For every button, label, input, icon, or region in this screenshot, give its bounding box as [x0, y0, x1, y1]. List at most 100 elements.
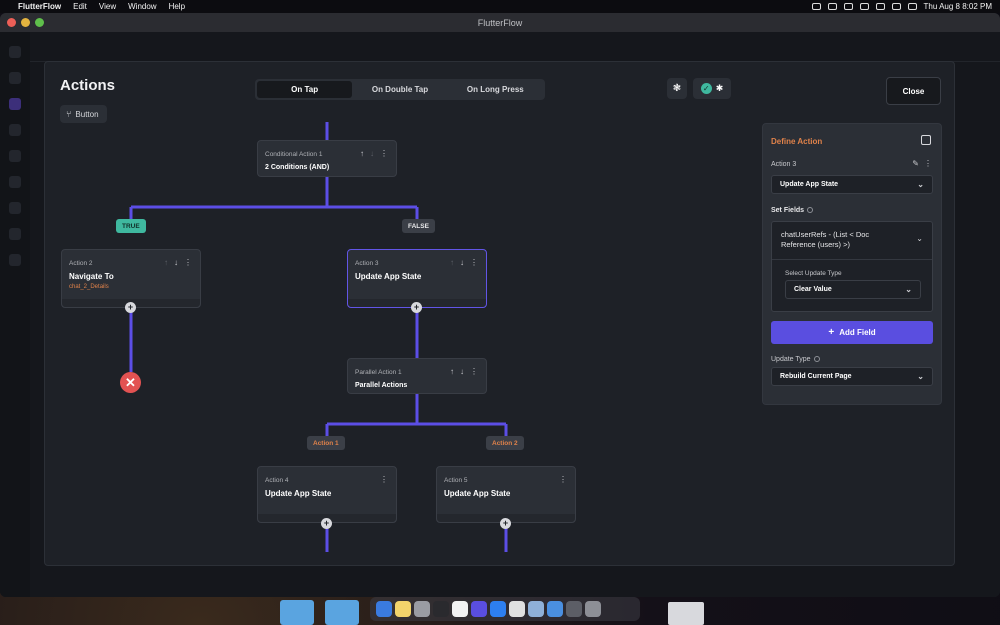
tab-on-double-tap[interactable]: On Double Tap — [352, 81, 447, 98]
actions-modal: Actions ⑂ Button On Tap On Double Tap On… — [44, 61, 955, 566]
more-icon[interactable]: ⋮ — [559, 475, 567, 484]
menu-app-name[interactable]: FlutterFlow — [18, 2, 61, 11]
node-controls: ↑ ↓ ⋮ — [450, 258, 478, 267]
chevron-down-icon[interactable]: ⌄ — [916, 234, 923, 243]
parallel-action-node[interactable]: Parallel Action 1 Parallel Actions ↑ ↓ ⋮ — [347, 358, 487, 394]
field-name[interactable]: chatUserRefs - (List < Doc Reference (us… — [781, 230, 901, 250]
window-title: FlutterFlow — [477, 17, 523, 28]
move-up-icon[interactable]: ↑ — [450, 367, 454, 376]
tab-on-long-press[interactable]: On Long Press — [448, 81, 543, 98]
node-title: Conditional Action 1 — [265, 151, 323, 158]
preview-icon[interactable] — [528, 601, 544, 617]
add-action-button[interactable]: + — [125, 302, 136, 313]
control-center-icon[interactable] — [907, 3, 917, 10]
window-controls — [7, 18, 44, 27]
status-icon[interactable] — [811, 3, 821, 10]
add-action-button[interactable]: + — [321, 518, 332, 529]
menu-edit[interactable]: Edit — [73, 2, 87, 11]
move-down-icon[interactable]: ↓ — [460, 367, 464, 376]
parallel-branch-2-badge: Action 2 — [486, 436, 524, 450]
settings-icon[interactable] — [414, 601, 430, 617]
more-icon[interactable]: ⋮ — [380, 149, 388, 158]
zoom-window-icon[interactable] — [35, 18, 44, 27]
node-controls: ↑ ↓ ⋮ — [450, 367, 478, 376]
action-name-label: Action 3 — [771, 161, 797, 168]
terminate-icon[interactable]: ✕ — [120, 372, 141, 393]
chevron-down-icon: ⌄ — [905, 285, 912, 294]
status-icon[interactable] — [827, 3, 837, 10]
node-title: Parallel Action 1 — [355, 369, 402, 376]
update-type-select[interactable]: Clear Value ⌄ — [785, 280, 921, 299]
menu-window[interactable]: Window — [128, 2, 156, 11]
action-3-node[interactable]: Action 3 Update App State ↑ ↓ ⋮ — [347, 249, 487, 308]
more-icon[interactable]: ⋮ — [380, 475, 388, 484]
chrome-icon[interactable] — [509, 601, 525, 617]
battery-icon[interactable] — [859, 3, 869, 10]
xcode-icon[interactable] — [547, 601, 563, 617]
status-icon[interactable] — [843, 3, 853, 10]
node-title: Action 3 — [355, 260, 379, 267]
chevron-down-icon: ⌄ — [917, 180, 924, 189]
downloads-folder-icon[interactable] — [280, 600, 314, 625]
menu-view[interactable]: View — [99, 2, 116, 11]
field-card: chatUserRefs - (List < Doc Reference (us… — [771, 221, 933, 312]
move-down-icon[interactable]: ↓ — [460, 258, 464, 267]
action-5-node[interactable]: Action 5 Update App State ⋮ — [436, 466, 576, 523]
modal-title: Actions — [60, 77, 116, 94]
clock[interactable]: Thu Aug 8 8:02 PM — [924, 2, 993, 11]
menu-help[interactable]: Help — [169, 2, 185, 11]
more-icon[interactable]: ⋮ — [470, 367, 478, 376]
dock — [370, 597, 640, 621]
ai-assist-button[interactable]: ❃ — [667, 78, 687, 99]
update-type-sub-label: Select Update Type — [785, 270, 842, 277]
source-widget-chip[interactable]: ⑂ Button — [60, 105, 107, 123]
validation-button[interactable]: ✓ ✱ — [693, 78, 731, 99]
wifi-icon[interactable] — [875, 3, 885, 10]
conditional-action-node[interactable]: Conditional Action 1 2 Conditions (AND) … — [257, 140, 397, 177]
minimize-window-icon[interactable] — [21, 18, 30, 27]
info-icon[interactable] — [813, 356, 820, 363]
more-icon[interactable]: ⋮ — [924, 159, 932, 168]
action-2-node[interactable]: Action 2 Navigate To chat_2_Details ↑ ↓ … — [61, 249, 201, 308]
move-up-icon[interactable]: ↑ — [450, 258, 454, 267]
add-field-button[interactable]: + Add Field — [771, 321, 933, 344]
move-up-icon[interactable]: ↑ — [360, 149, 364, 158]
more-icon[interactable]: ⋮ — [184, 258, 192, 267]
brain-icon: ❃ — [672, 83, 682, 94]
node-subtitle: 2 Conditions (AND) — [265, 164, 330, 171]
action-type-select[interactable]: Update App State ⌄ — [771, 175, 933, 194]
notes-icon[interactable] — [395, 601, 411, 617]
move-down-icon[interactable]: ↓ — [174, 258, 178, 267]
check-circle-icon: ✓ — [700, 83, 712, 94]
info-icon[interactable] — [807, 207, 814, 214]
bug-icon: ✱ — [715, 83, 724, 93]
more-icon[interactable]: ⋮ — [470, 258, 478, 267]
widget-tree-icon: ⑂ — [66, 109, 72, 119]
add-note-icon[interactable] — [921, 135, 931, 145]
edit-icon[interactable]: ✎ — [912, 159, 919, 168]
tab-on-tap[interactable]: On Tap — [257, 81, 353, 98]
add-action-button[interactable]: + — [411, 302, 422, 313]
close-button[interactable]: Close — [886, 77, 941, 105]
move-down-icon[interactable]: ↓ — [370, 149, 374, 158]
title-bar: FlutterFlow — [0, 13, 1000, 32]
trash-icon[interactable] — [585, 601, 601, 617]
move-up-icon[interactable]: ↑ — [164, 258, 168, 267]
minimized-window-thumbnail[interactable] — [668, 602, 704, 625]
close-window-icon[interactable] — [7, 18, 16, 27]
terminal-icon[interactable] — [433, 601, 449, 617]
window-icon[interactable] — [566, 601, 582, 617]
node-controls: ⋮ — [559, 475, 567, 484]
action-4-node[interactable]: Action 4 Update App State ⋮ — [257, 466, 397, 523]
add-action-button[interactable]: + — [500, 518, 511, 529]
search-icon[interactable] — [891, 3, 901, 10]
documents-folder-icon[interactable] — [325, 600, 359, 625]
notion-icon[interactable] — [452, 601, 468, 617]
false-branch-badge: FALSE — [402, 219, 435, 233]
flutterflow-icon[interactable] — [471, 601, 487, 617]
finder-icon[interactable] — [376, 601, 392, 617]
app-store-icon[interactable] — [490, 601, 506, 617]
rebuild-select[interactable]: Rebuild Current Page ⌄ — [771, 367, 933, 386]
panel-title: Define Action — [771, 137, 823, 146]
editor-toolbar — [30, 32, 1000, 62]
